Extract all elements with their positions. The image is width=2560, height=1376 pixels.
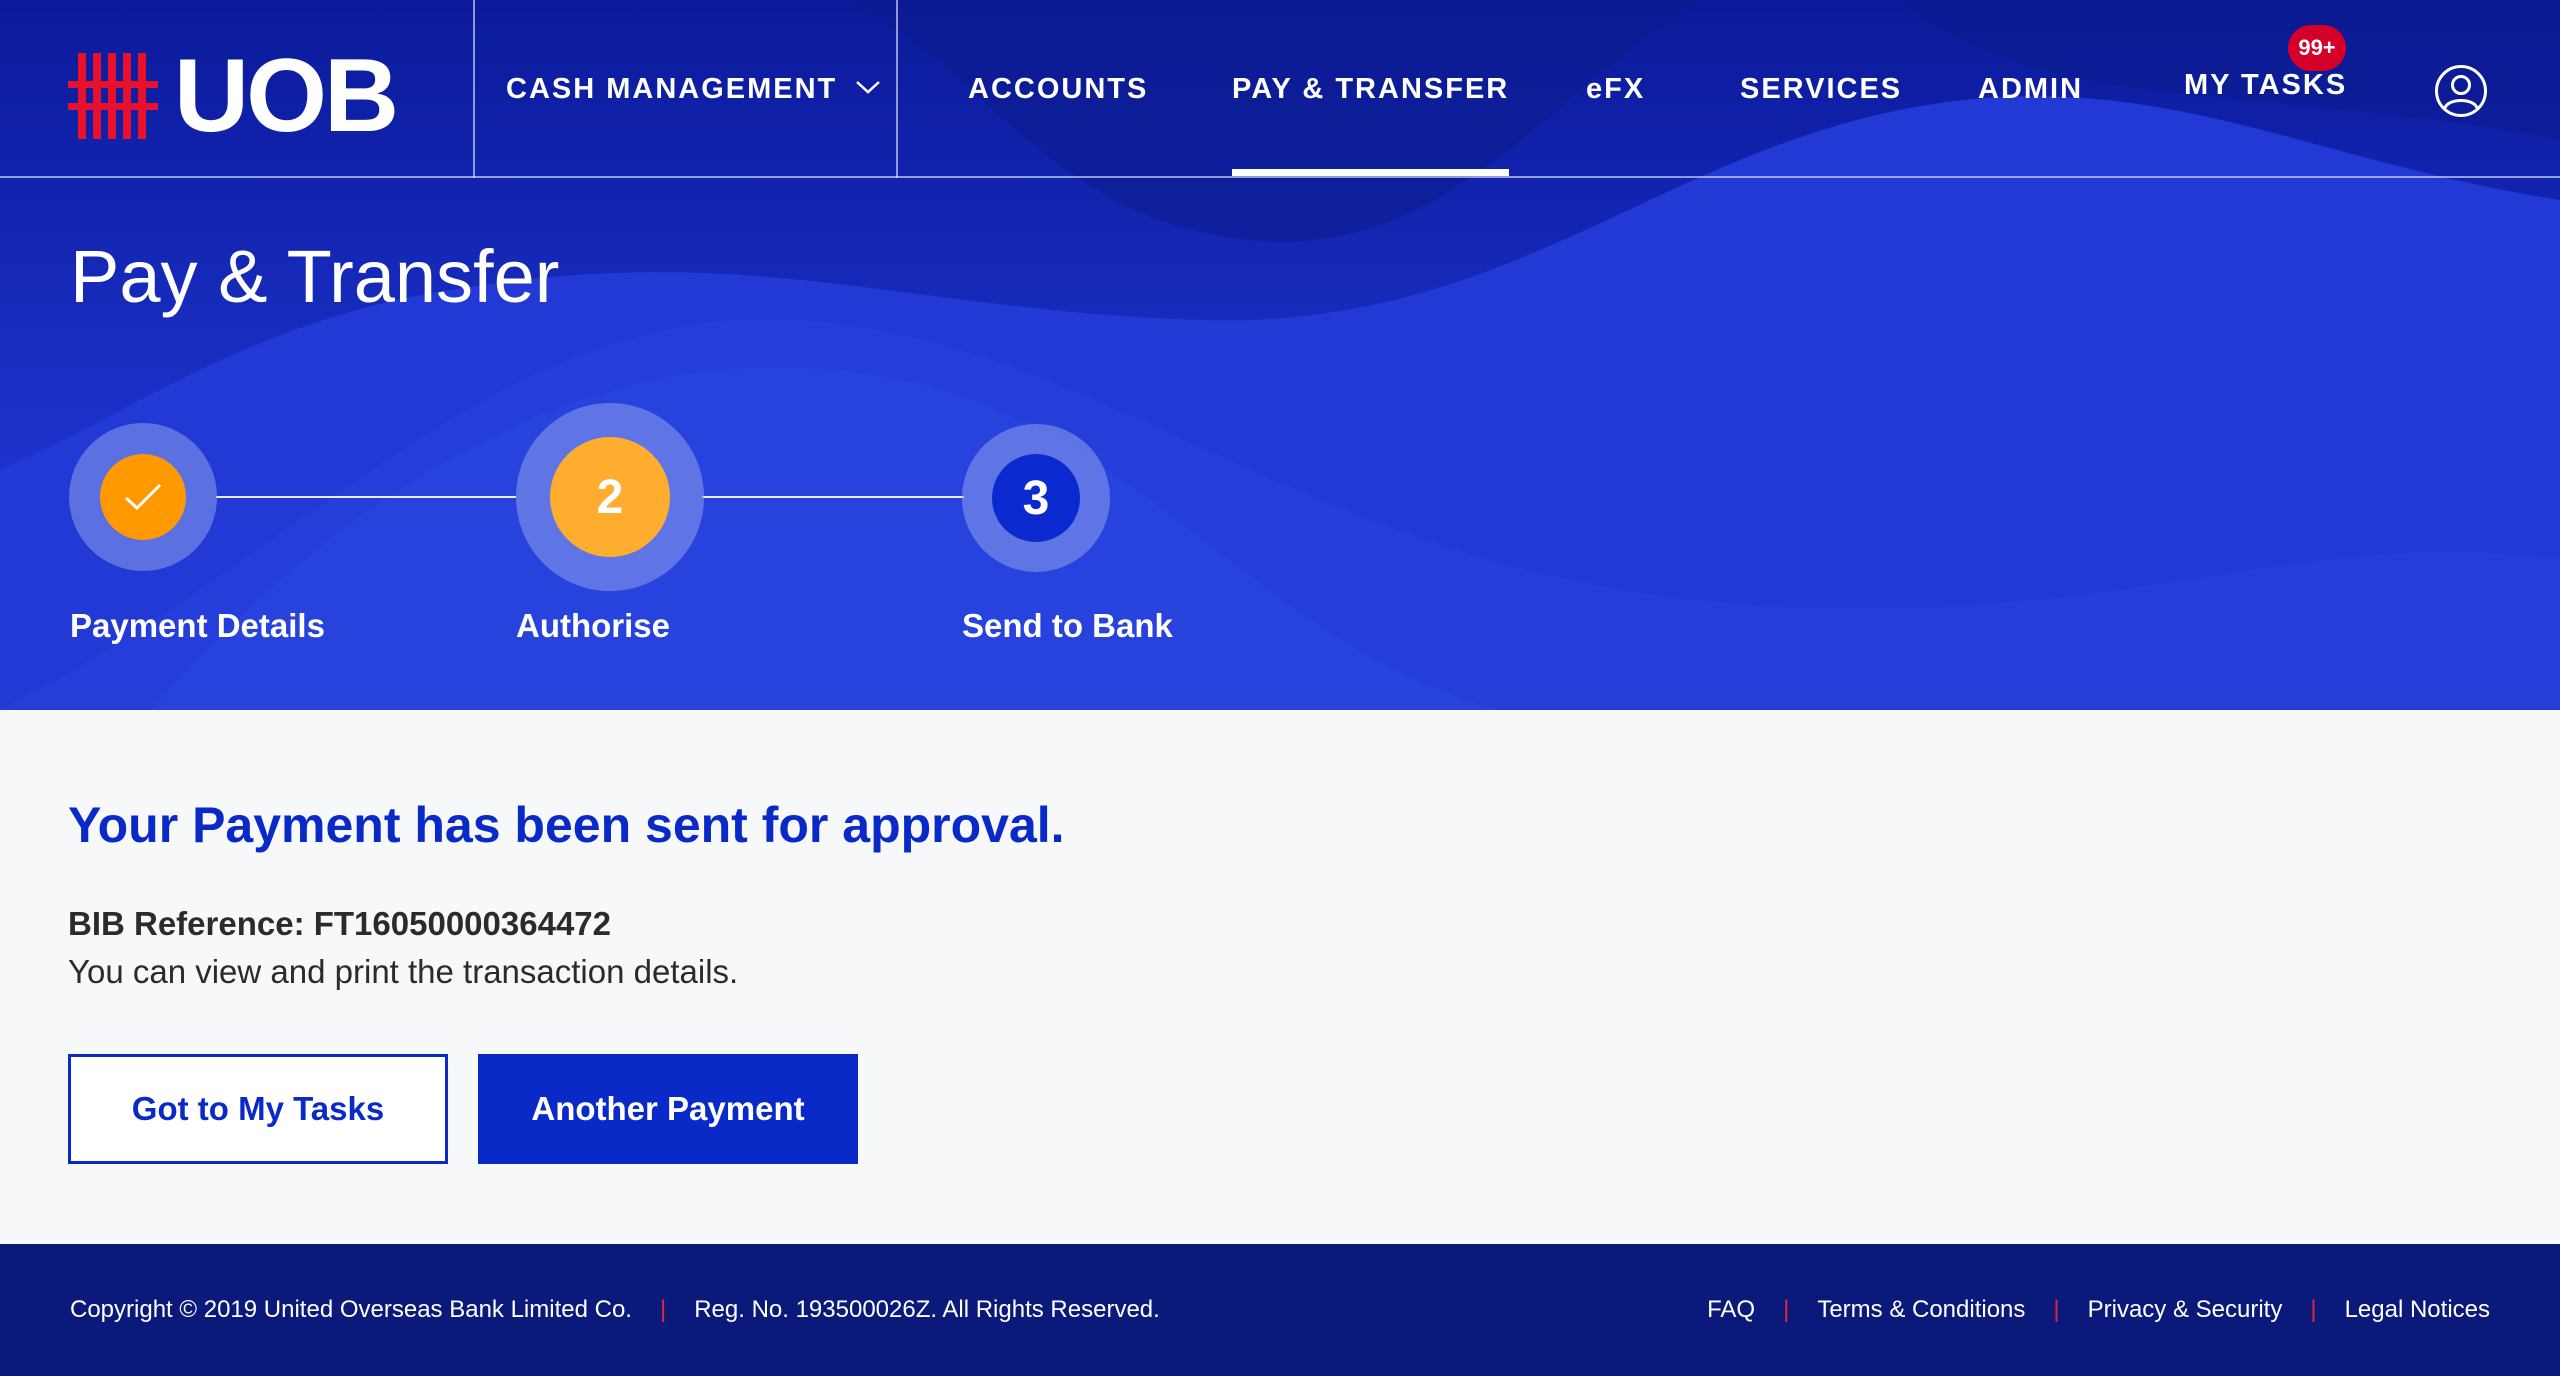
page-title: Pay & Transfer [70, 235, 560, 318]
footer-separator: | [1783, 1296, 1790, 1323]
check-icon [124, 483, 162, 511]
go-to-my-tasks-button[interactable]: Got to My Tasks [68, 1054, 448, 1164]
nav-cash-management[interactable]: CASH MANAGEMENT [506, 70, 881, 108]
nav-pay-transfer[interactable]: PAY & TRANSFER [1232, 70, 1510, 176]
nav-cash-management-label: CASH MANAGEMENT [506, 73, 838, 105]
step-connector [702, 496, 964, 498]
another-payment-button[interactable]: Another Payment [478, 1054, 858, 1164]
step-2-current: 2 [550, 437, 670, 557]
page-footer: Copyright © 2019 United Overseas Bank Li… [0, 1244, 2560, 1376]
footer-link-terms[interactable]: Terms & Conditions [1817, 1296, 2025, 1324]
page-header: UOB CASH MANAGEMENT ACCOUNTS PAY & TRANS… [0, 0, 2560, 710]
footer-separator: | [2053, 1296, 2060, 1323]
nav-divider [896, 0, 898, 178]
copyright-text: Copyright © 2019 United Overseas Bank Li… [70, 1296, 632, 1323]
nav-efx[interactable]: eFX [1586, 70, 1645, 108]
step-connector [216, 496, 516, 498]
tasks-count-badge: 99+ [2288, 25, 2346, 71]
top-navigation: UOB CASH MANAGEMENT ACCOUNTS PAY & TRANS… [0, 0, 2560, 178]
brand-name: UOB [174, 38, 399, 154]
step-1-completed [100, 454, 186, 540]
bib-reference: BIB Reference: FT16050000364472 [68, 905, 612, 942]
step-2-label: Authorise [516, 607, 671, 644]
nav-accounts[interactable]: ACCOUNTS [968, 70, 1148, 108]
confirmation-title: Your Payment has been sent for approval. [68, 797, 1065, 853]
confirmation-note: You can view and print the transaction d… [68, 953, 739, 990]
nav-services[interactable]: SERVICES [1740, 70, 1902, 108]
footer-links: FAQ | Terms & Conditions | Privacy & Sec… [1707, 1296, 2490, 1324]
footer-link-privacy[interactable]: Privacy & Security [2088, 1296, 2283, 1324]
step-1-label: Payment Details [70, 607, 325, 644]
nav-divider [473, 0, 475, 178]
uob-logo[interactable]: UOB [68, 38, 399, 154]
nav-my-tasks[interactable]: MY TASKS [2184, 66, 2347, 104]
nav-admin[interactable]: ADMIN [1978, 70, 2083, 108]
footer-link-legal[interactable]: Legal Notices [2345, 1296, 2490, 1324]
footer-separator: | [2310, 1296, 2317, 1323]
footer-legal: Copyright © 2019 United Overseas Bank Li… [70, 1296, 1160, 1324]
registration-text: Reg. No. 193500026Z. All Rights Reserved… [694, 1296, 1160, 1323]
step-3-pending: 3 [992, 454, 1080, 542]
footer-separator: | [659, 1296, 667, 1323]
user-circle-icon[interactable] [2434, 64, 2488, 118]
chevron-down-icon [856, 81, 881, 95]
footer-link-faq[interactable]: FAQ [1707, 1296, 1755, 1324]
uob-mark-icon [68, 53, 158, 139]
step-3-label: Send to Bank [962, 607, 1173, 644]
